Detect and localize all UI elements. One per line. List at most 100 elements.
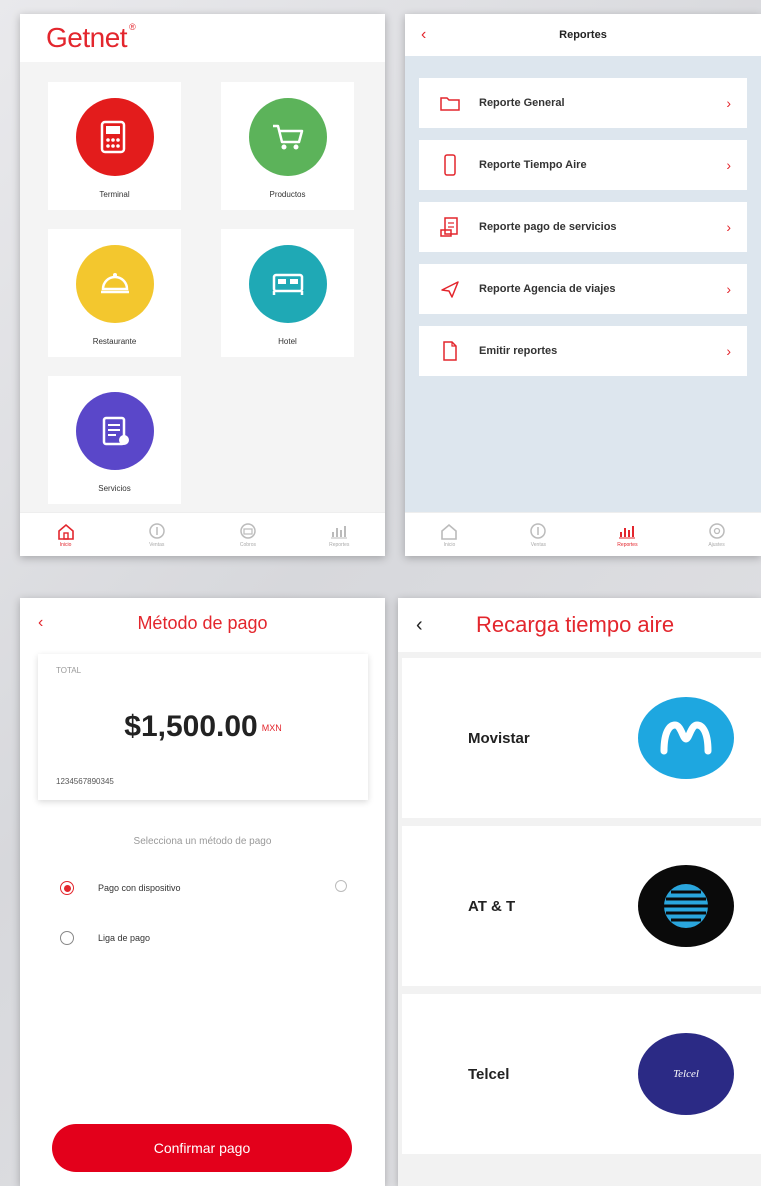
tab-label: Inicio: [59, 541, 72, 548]
tab-reportes[interactable]: Reportes: [617, 522, 638, 548]
services-icon: [75, 392, 154, 470]
reference-number: 1234567890345: [56, 777, 114, 786]
reports-icon: [619, 525, 636, 538]
back-icon[interactable]: ‹: [38, 614, 43, 632]
back-icon[interactable]: ‹: [416, 614, 423, 637]
carrier-name: Movistar: [468, 729, 530, 747]
plane-icon: [439, 278, 461, 300]
tile-hotel[interactable]: Hotel: [221, 229, 354, 357]
total-label: TOTAL: [56, 666, 82, 675]
bottom-tab-bar: Inicio Ventas Reportes Ajustes: [405, 512, 761, 556]
tile-restaurante[interactable]: Restaurante: [48, 229, 181, 357]
sales-icon: [149, 522, 165, 539]
tab-inicio[interactable]: Inicio: [56, 522, 76, 548]
page-title: Método de pago: [137, 612, 268, 633]
report-item-label: Reporte Agencia de viajes: [479, 283, 616, 295]
report-item-agencia-viajes[interactable]: Reporte Agencia de viajes ›: [419, 264, 747, 314]
att-logo: [638, 865, 734, 947]
telcel-logo-text: Telcel: [673, 1068, 699, 1080]
telcel-logo: Telcel: [638, 1033, 734, 1115]
tab-label: Reportes: [329, 541, 350, 548]
radio-selected[interactable]: [60, 881, 74, 895]
bill-icon: [439, 216, 461, 238]
carrier-name: AT & T: [468, 897, 516, 915]
terminal-icon: [75, 98, 154, 176]
tab-ventas[interactable]: Ventas: [147, 522, 167, 548]
page-title: Recarga tiempo aire: [476, 612, 675, 637]
option-liga-pago[interactable]: Liga de pago: [60, 931, 150, 945]
bottom-tab-bar: Inicio Ventas Cobros Reportes: [20, 512, 385, 556]
movistar-logo: [638, 697, 734, 779]
report-item-label: Reporte General: [479, 97, 565, 109]
tab-inicio[interactable]: Inicio: [439, 522, 459, 548]
report-item-label: Reporte Tiempo Aire: [479, 159, 587, 171]
confirm-payment-button[interactable]: Confirmar pago: [52, 1124, 352, 1172]
folder-icon: [439, 92, 461, 114]
report-item-label: Emitir reportes: [479, 345, 558, 357]
tile-productos[interactable]: Productos: [221, 82, 354, 210]
home-icon: [57, 523, 74, 540]
total-amount: $1,500.00 MXN: [38, 710, 368, 744]
tab-reportes[interactable]: Reportes: [329, 522, 349, 548]
radio-unselected[interactable]: [60, 931, 74, 945]
reports-screen: ‹ Reportes Reporte General › Reporte Tie…: [405, 14, 761, 556]
tab-ventas[interactable]: Ventas: [528, 522, 548, 548]
amount-value: $1,500.00: [124, 710, 258, 743]
cart-icon: [248, 98, 327, 176]
report-item-tiempo-aire[interactable]: Reporte Tiempo Aire ›: [419, 140, 747, 190]
payment-method-screen: ‹ Método de pago TOTAL $1,500.00 MXN 1234…: [20, 598, 385, 1186]
report-item-label: Reporte pago de servicios: [479, 221, 617, 233]
reports-header: ‹ Reportes: [405, 14, 761, 56]
tab-label: Ventas: [149, 541, 165, 548]
tile-label: Restaurante: [92, 337, 137, 346]
restaurant-icon: [75, 245, 154, 323]
tab-ajustes[interactable]: Ajustes: [707, 522, 727, 548]
carrier-name: Telcel: [468, 1065, 510, 1083]
payments-icon: [240, 522, 256, 539]
brand-mark: ®: [129, 22, 136, 32]
chevron-right-icon: ›: [726, 157, 731, 173]
home-icon: [441, 523, 458, 540]
tab-label: Ventas: [530, 541, 547, 548]
chevron-right-icon: ›: [726, 219, 731, 235]
home-header: Getnet ®: [20, 14, 385, 62]
total-card: TOTAL $1,500.00 MXN 1234567890345: [38, 654, 368, 800]
settings-icon: [708, 522, 725, 539]
tab-label: Ajustes: [708, 541, 725, 548]
tile-terminal[interactable]: Terminal: [48, 82, 181, 210]
tile-label: Servicios: [98, 484, 131, 493]
bed-icon: [248, 245, 327, 323]
tile-label: Hotel: [278, 337, 297, 346]
chevron-right-icon: ›: [726, 95, 731, 111]
tab-label: Cobros: [239, 541, 256, 548]
tab-label: Inicio: [443, 541, 456, 548]
option-label: Liga de pago: [98, 933, 151, 943]
chevron-right-icon: ›: [726, 343, 731, 359]
carrier-telcel[interactable]: Telcel Telcel: [402, 994, 761, 1154]
info-icon[interactable]: [335, 880, 347, 892]
topup-screen: ‹ Recarga tiempo aire Movistar AT & T Te…: [398, 598, 761, 1186]
option-label: Pago con dispositivo: [98, 883, 181, 893]
document-icon: [439, 340, 461, 362]
tile-label: Terminal: [99, 190, 130, 199]
home-screen: Getnet ® Terminal Productos Restaurante H…: [20, 14, 385, 556]
report-item-general[interactable]: Reporte General ›: [419, 78, 747, 128]
back-icon[interactable]: ‹: [421, 26, 426, 44]
report-item-pago-servicios[interactable]: Reporte pago de servicios ›: [419, 202, 747, 252]
brand-name: Getnet: [46, 22, 128, 53]
tab-label: Reportes: [617, 541, 638, 548]
carrier-movistar[interactable]: Movistar: [402, 658, 761, 818]
phone-icon: [439, 154, 461, 176]
currency-code: MXN: [261, 723, 282, 734]
tile-servicios[interactable]: Servicios: [48, 376, 181, 504]
report-item-emitir[interactable]: Emitir reportes ›: [419, 326, 747, 376]
tile-label: Productos: [269, 190, 306, 199]
payment-header: ‹ Método de pago: [20, 598, 385, 648]
option-pago-dispositivo[interactable]: Pago con dispositivo: [60, 881, 181, 895]
chevron-right-icon: ›: [726, 281, 731, 297]
carrier-att[interactable]: AT & T: [402, 826, 761, 986]
reports-icon: [331, 525, 348, 538]
topup-header: ‹ Recarga tiempo aire: [398, 598, 761, 652]
tab-cobros[interactable]: Cobros: [238, 522, 258, 548]
brand-logo: Getnet ®: [46, 22, 136, 54]
